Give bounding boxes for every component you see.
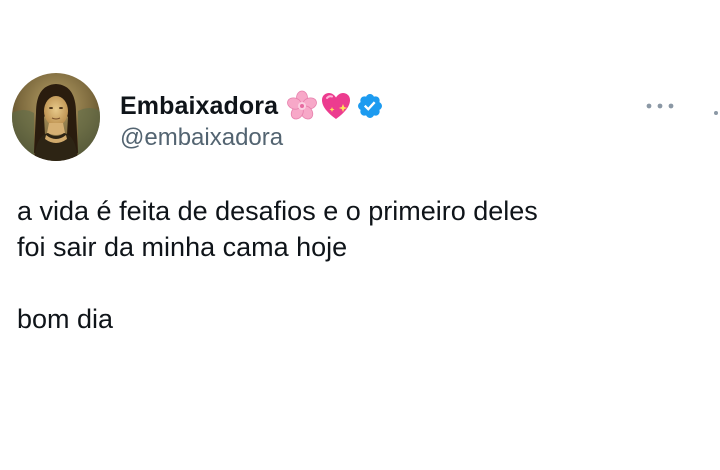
more-dots-icon [646, 103, 674, 109]
tweet-text-closing: bom dia [17, 304, 114, 334]
tweet-text: a vida é feita de desafios e o primeiro … [17, 193, 697, 337]
mona-lisa-avatar-image [12, 73, 100, 161]
handle[interactable]: @embaixadora [120, 124, 283, 152]
sparkling-heart-icon [320, 90, 352, 122]
cherry-blossom-icon [286, 90, 318, 122]
display-name-row: Embaixadora [120, 86, 384, 126]
more-options-button[interactable] [640, 94, 680, 118]
display-name[interactable]: Embaixadora [120, 92, 278, 121]
cropped-action-icon [714, 111, 718, 115]
tweet-text-line: foi sair da minha cama hoje [17, 232, 348, 262]
tweet-text-line: a vida é feita de desafios e o primeiro … [17, 196, 538, 226]
avatar[interactable] [12, 73, 100, 161]
verified-badge-icon [356, 92, 384, 120]
tweet-card: Embaixadora @embaixadora a vida é feita … [0, 0, 720, 470]
